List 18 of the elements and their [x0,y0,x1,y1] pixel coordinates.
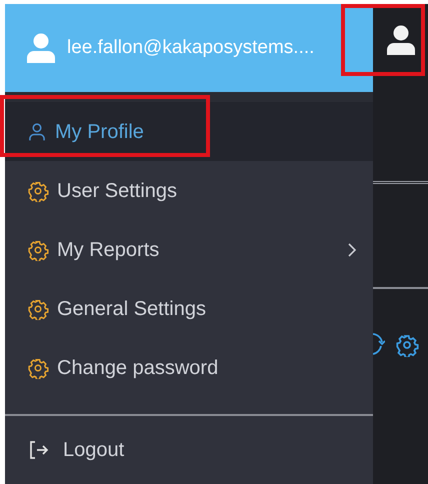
user-icon [27,122,47,142]
logout-button[interactable]: Logout [5,416,373,484]
gear-icon [27,298,49,320]
refresh-icon [373,332,385,356]
user-icon [386,25,414,55]
chevron-right-icon [347,242,357,258]
gear-icon [27,356,49,378]
menu-item[interactable]: General Settings [5,279,373,338]
menu-item[interactable]: User Settings [5,161,373,220]
gear-icon [27,180,49,202]
menu-item[interactable]: Change password [5,338,373,397]
logout-icon [29,440,49,460]
user-icon [27,33,55,63]
gear-icon [395,333,419,357]
user-email: lee.fallon@kakaposystems.... [67,36,314,60]
menu-item[interactable]: My Profile [5,102,373,161]
gear-icon [27,238,49,260]
menu-item[interactable]: My Reports [5,220,373,279]
